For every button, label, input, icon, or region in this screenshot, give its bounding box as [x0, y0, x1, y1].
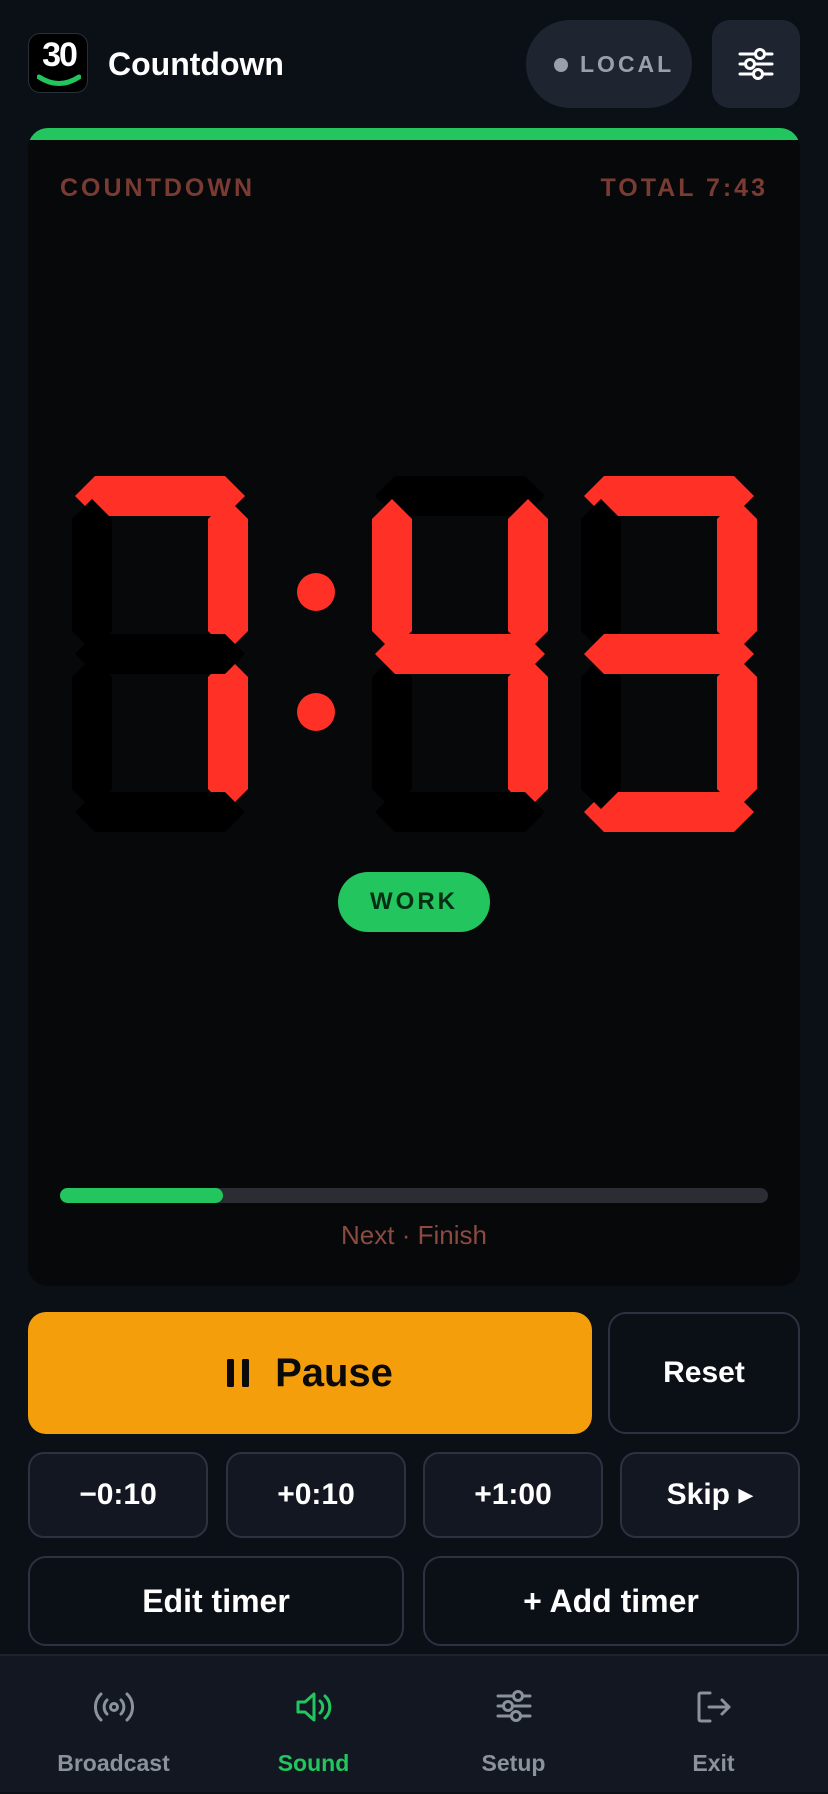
exit-icon — [697, 1691, 730, 1723]
digit-3-segment-e — [581, 657, 621, 809]
speaker-icon — [296, 1692, 331, 1722]
nav-sound-label: Sound — [277, 1750, 350, 1776]
digit-2-segment-e — [372, 657, 412, 809]
digit-3-segment-c — [717, 657, 757, 809]
pause-button[interactable]: Pause — [28, 1312, 592, 1434]
bottom-nav: Broadcast Sound Setup Exit — [0, 1654, 828, 1792]
colon-dot-1 — [297, 573, 335, 611]
plus-1min-button[interactable]: +1:00 — [423, 1452, 603, 1538]
app-logo: 30 — [28, 33, 88, 93]
plus-10s-button[interactable]: +0:10 — [226, 1452, 406, 1538]
app-header: 30 Countdown LOCAL — [0, 0, 828, 130]
digit-1-segment-g — [75, 634, 245, 674]
sliders-icon — [738, 48, 774, 80]
mode-pill-label: LOCAL — [580, 51, 675, 77]
nav-broadcast[interactable]: Broadcast — [10, 1656, 217, 1794]
digit-1-segment-f — [72, 499, 112, 651]
timer-card: COUNTDOWN TOTAL 7:43 WORK Next · Finish — [28, 128, 800, 1286]
app-logo-text: 30 — [42, 36, 78, 74]
colon-dot-2 — [297, 693, 335, 731]
phase-badge: WORK — [338, 872, 490, 932]
broadcast-icon — [93, 1692, 134, 1722]
digit-2-segment-g — [375, 634, 545, 674]
nav-exit-label: Exit — [692, 1750, 735, 1776]
seven-segment-display — [72, 476, 757, 832]
pause-icon — [227, 1359, 250, 1387]
pause-label: Pause — [275, 1350, 393, 1395]
nav-setup[interactable]: Setup — [410, 1656, 617, 1794]
edit-timer-button[interactable]: Edit timer — [28, 1556, 404, 1646]
nav-broadcast-label: Broadcast — [57, 1750, 170, 1776]
minus-10s-button[interactable]: −0:10 — [28, 1452, 208, 1538]
nav-setup-label: Setup — [481, 1750, 546, 1776]
digit-1-segment-e — [72, 657, 112, 809]
mode-pill[interactable]: LOCAL — [526, 20, 692, 108]
digit-1-segment-c — [208, 657, 248, 809]
digit-2-segment-b — [508, 499, 548, 651]
skip-button[interactable]: Skip ▸ — [620, 1452, 800, 1538]
progress-fill — [60, 1188, 223, 1203]
smile-icon — [37, 74, 81, 86]
next-label: Next · Finish — [341, 1220, 487, 1250]
digit-2-segment-f — [372, 499, 412, 651]
digit-3-segment-g — [584, 634, 754, 674]
digit-2-segment-c — [508, 657, 548, 809]
digit-3-segment-f — [581, 499, 621, 651]
nav-sound[interactable]: Sound — [210, 1656, 417, 1794]
app-title: Countdown — [108, 46, 284, 82]
sliders-icon — [496, 1690, 531, 1722]
settings-button[interactable] — [712, 20, 800, 108]
digit-1-segment-b — [208, 499, 248, 651]
nav-exit[interactable]: Exit — [610, 1656, 817, 1794]
progress-track — [60, 1188, 768, 1203]
digit-3-segment-b — [717, 499, 757, 651]
status-dot-icon — [554, 58, 568, 72]
reset-button[interactable]: Reset — [608, 1312, 800, 1434]
add-timer-button[interactable]: + Add timer — [423, 1556, 799, 1646]
